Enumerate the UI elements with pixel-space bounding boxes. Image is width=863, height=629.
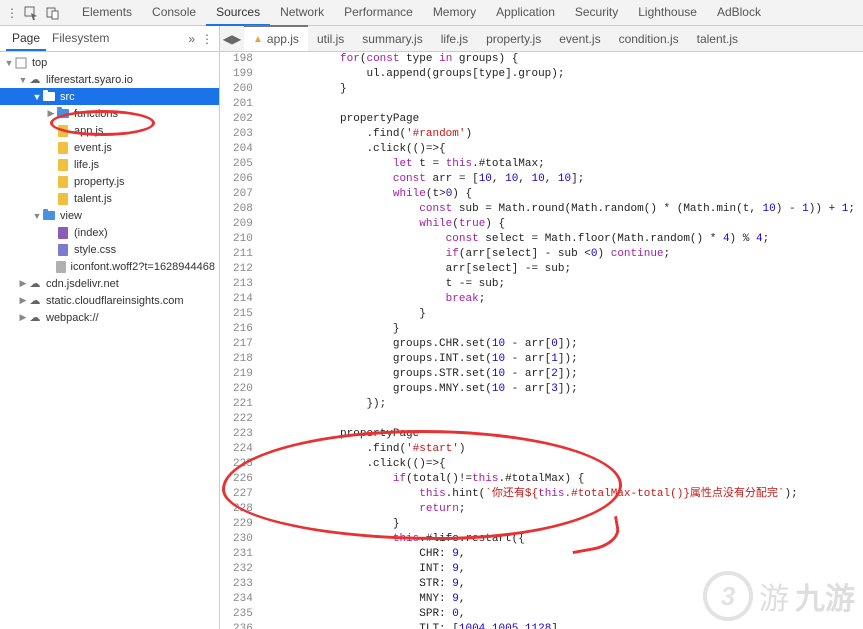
expand-arrow-icon[interactable]: ▼ — [32, 211, 42, 221]
folder-icon — [56, 107, 70, 121]
expand-arrow-icon[interactable]: ▼ — [18, 75, 28, 85]
editor-tab[interactable]: event.js — [550, 26, 609, 51]
css-file-icon — [56, 243, 70, 257]
tree-item[interactable]: talent.js — [0, 190, 219, 207]
editor-tab[interactable]: talent.js — [688, 26, 747, 51]
tree-item-label: iconfont.woff2?t=1628944468 — [71, 261, 215, 273]
expand-arrow-icon[interactable]: ▶ — [18, 295, 28, 306]
editor-tab-label: condition.js — [619, 32, 679, 46]
editor-tab[interactable]: summary.js — [353, 26, 431, 51]
devtools-tab-security[interactable]: Security — [565, 0, 628, 26]
editor-tab-label: summary.js — [362, 32, 422, 46]
js-file-icon — [56, 124, 70, 138]
menu-dots-icon[interactable]: ⋮ — [4, 6, 20, 20]
expand-arrow-icon[interactable]: ▼ — [32, 92, 42, 102]
tree-item[interactable]: style.css — [0, 241, 219, 258]
code-area[interactable]: for(const type in groups) { ul.append(gr… — [261, 52, 863, 629]
devtools-tab-performance[interactable]: Performance — [334, 0, 423, 26]
tree-item[interactable]: event.js — [0, 139, 219, 156]
tree-item-label: functions — [74, 108, 118, 120]
tree-item-label: talent.js — [74, 193, 112, 205]
tree-item[interactable]: ▼☁ liferestart.syaro.io — [0, 71, 219, 88]
js-file-icon — [56, 175, 70, 189]
tree-item[interactable]: life.js — [0, 156, 219, 173]
tree-item-label: static.cloudflareinsights.com — [46, 295, 184, 307]
editor-tab[interactable]: life.js — [432, 26, 477, 51]
index-file-icon — [56, 226, 70, 240]
tree-item[interactable]: ▶☁ webpack:// — [0, 309, 219, 326]
tree-item[interactable]: ▶☁ static.cloudflareinsights.com — [0, 292, 219, 309]
devtools-tab-application[interactable]: Application — [486, 0, 565, 26]
tree-item-label: app.js — [74, 125, 103, 137]
sidebar-menu-icon[interactable]: ⋮ — [201, 32, 213, 46]
tree-item[interactable]: iconfont.woff2?t=1628944468 — [0, 258, 219, 275]
js-file-icon — [56, 141, 70, 155]
devtools-toolbar: ⋮ ElementsConsoleSourcesNetworkPerforman… — [0, 0, 863, 26]
devtools-tab-adblock[interactable]: AdBlock — [707, 0, 771, 26]
devtools-tab-memory[interactable]: Memory — [423, 0, 486, 26]
tree-item-label: src — [60, 91, 75, 103]
device-toolbar-icon[interactable] — [42, 2, 64, 24]
select-element-icon[interactable] — [20, 2, 42, 24]
folder-icon — [42, 209, 56, 223]
tree-item-label: (index) — [74, 227, 108, 239]
editor-tab-label: app.js — [267, 32, 299, 46]
tree-item-label: life.js — [74, 159, 99, 171]
sidebar-tabs: PageFilesystem » ⋮ — [0, 26, 219, 52]
tree-item-label: cdn.jsdelivr.net — [46, 278, 119, 290]
tree-item-label: property.js — [74, 176, 125, 188]
tree-item[interactable]: ▼ top — [0, 54, 219, 71]
tree-item[interactable]: (index) — [0, 224, 219, 241]
expand-arrow-icon[interactable]: ▼ — [4, 58, 14, 68]
tree-item-label: event.js — [74, 142, 112, 154]
cloud-icon: ☁ — [28, 277, 42, 291]
editor-tab[interactable]: condition.js — [610, 26, 688, 51]
expand-arrow-icon[interactable]: ▶ — [18, 312, 28, 323]
tree-item[interactable]: ▼ src — [0, 88, 219, 105]
editor-tab-label: property.js — [486, 32, 541, 46]
tree-item-label: liferestart.syaro.io — [46, 74, 133, 86]
js-file-icon — [56, 192, 70, 206]
expand-arrow-icon[interactable]: ▶ — [46, 108, 56, 119]
code-editor[interactable]: 198 199 200 201 202 203 204 205 206 207 … — [220, 52, 863, 629]
sidebar-tab-filesystem[interactable]: Filesystem — [46, 27, 115, 51]
file-tree[interactable]: ▼top▼☁liferestart.syaro.io▼src▶functions… — [0, 52, 219, 629]
warning-icon: ▲ — [253, 34, 263, 45]
editor-tabbar: ◀▶ ▲ app.js util.js summary.js life.js proper… — [220, 26, 863, 52]
tree-item-label: style.css — [74, 244, 116, 256]
tree-item[interactable]: property.js — [0, 173, 219, 190]
devtools-tab-sources[interactable]: Sources — [206, 0, 270, 26]
frame-icon — [14, 56, 28, 70]
tree-item[interactable]: ▶ functions — [0, 105, 219, 122]
devtools-tab-console[interactable]: Console — [142, 0, 206, 26]
editor-tab-label: util.js — [317, 32, 344, 46]
sources-sidebar: PageFilesystem » ⋮ ▼top▼☁liferestart.sya… — [0, 26, 220, 629]
editor-tab[interactable]: util.js — [308, 26, 353, 51]
cloud-icon: ☁ — [28, 294, 42, 308]
devtools-tab-elements[interactable]: Elements — [72, 0, 142, 26]
devtools-tab-lighthouse[interactable]: Lighthouse — [628, 0, 707, 26]
tree-item[interactable]: app.js — [0, 122, 219, 139]
file-icon — [55, 260, 67, 274]
js-file-icon — [56, 158, 70, 172]
devtools-tab-network[interactable]: Network — [270, 0, 334, 26]
editor-tab[interactable]: property.js — [477, 26, 550, 51]
editor-tab-label: event.js — [559, 32, 600, 46]
cloud-icon: ☁ — [28, 73, 42, 87]
sidebar-tab-page[interactable]: Page — [6, 27, 46, 51]
line-gutter: 198 199 200 201 202 203 204 205 206 207 … — [220, 52, 261, 629]
sidebar-more-icon[interactable]: » — [188, 32, 195, 46]
editor-tab[interactable]: ▲ app.js — [244, 25, 308, 51]
history-back-icon[interactable]: ◀▶ — [220, 32, 244, 46]
editor-tab-label: talent.js — [697, 32, 738, 46]
tree-item-label: view — [60, 210, 82, 222]
editor-tab-label: life.js — [441, 32, 468, 46]
folder-icon — [42, 90, 56, 104]
expand-arrow-icon[interactable]: ▶ — [18, 278, 28, 289]
cloud-icon: ☁ — [28, 311, 42, 325]
tree-item-label: webpack:// — [46, 312, 99, 324]
tree-item[interactable]: ▶☁ cdn.jsdelivr.net — [0, 275, 219, 292]
tree-item-label: top — [32, 57, 47, 69]
tree-item[interactable]: ▼ view — [0, 207, 219, 224]
